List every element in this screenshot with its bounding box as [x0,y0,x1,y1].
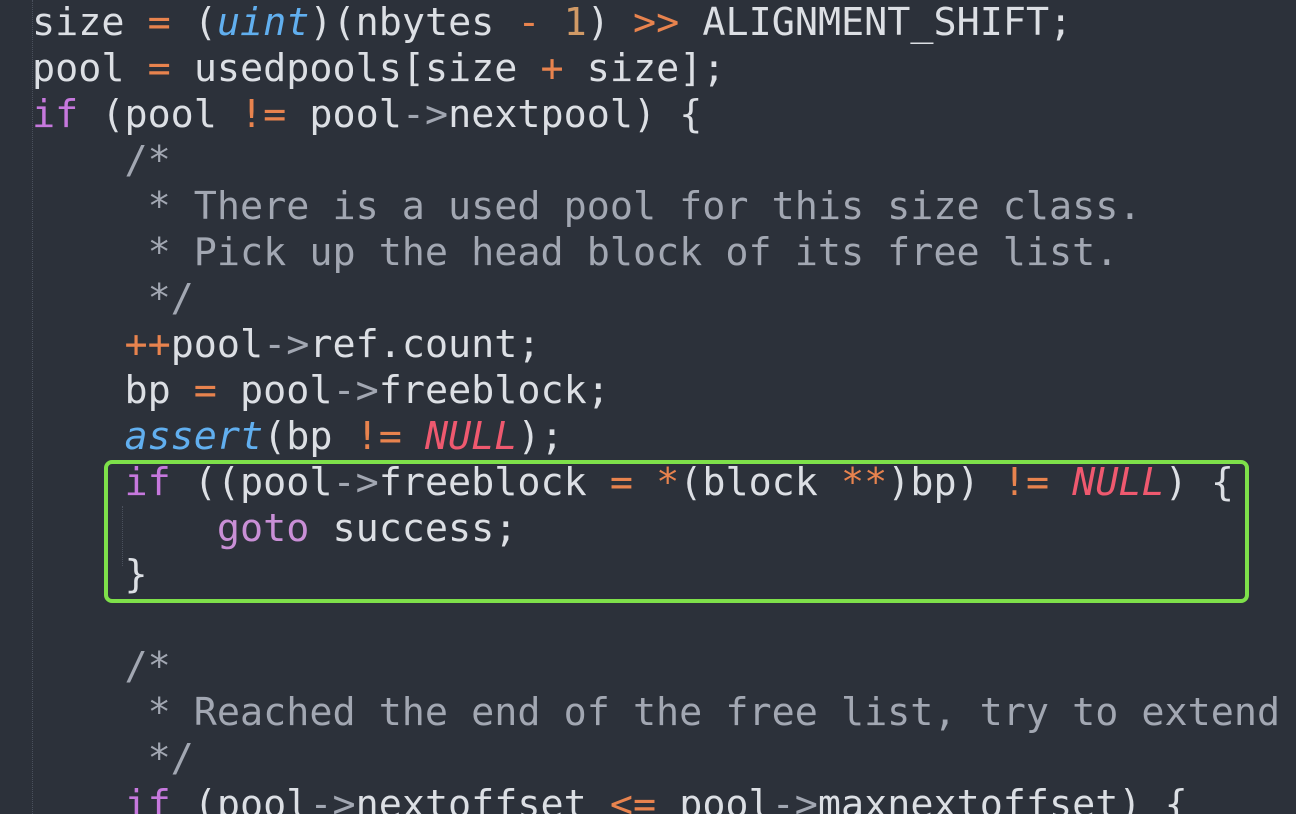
code-token: ) [586,0,634,45]
code-token: pool [216,368,333,413]
code-token: ++ [124,322,171,367]
code-token: NULL [424,414,518,459]
code-token: -> [401,92,449,137]
code-token: >> [633,0,680,45]
code-token: freeblock; [378,368,610,413]
code-token: uint [216,0,310,45]
code-token: assert [124,414,264,459]
code-token: */ [32,276,194,321]
code-block[interactable]: size = (uint)(nbytes - 1) >> ALIGNMENT_S… [32,0,1296,814]
code-editor[interactable]: size = (uint)(nbytes - 1) >> ALIGNMENT_S… [0,0,1296,814]
code-token: = [193,368,217,413]
code-token: size [32,0,148,45]
code-token: pool [656,782,772,814]
code-token: size]; [563,46,726,91]
code-line: size = (uint)(nbytes - 1) >> ALIGNMENT_S… [32,0,1296,46]
code-token: pool [286,92,402,137]
code-token: usedpools[size [170,46,541,91]
code-token: * There is a used pool for this size cla… [32,184,1142,229]
code-token: * Pick up the head block of its free lis… [32,230,1119,275]
code-token: (pool [78,92,241,137]
code-line: * Reached the end of the free list, try … [32,690,1296,736]
code-token: != [240,92,287,137]
code-line: if (pool != pool->nextpool) { [32,92,1296,138]
code-line: assert(bp != NULL); [32,414,1296,460]
code-token: <= [609,782,657,814]
code-line: * There is a used pool for this size cla… [32,184,1296,230]
code-token: pool [32,46,148,91]
code-line: * Pick up the head block of its free lis… [32,230,1296,276]
code-token: /* [32,644,171,689]
code-token: -> [263,322,310,367]
code-token: ref.count; [309,322,541,367]
code-token: -> [771,782,818,814]
code-token: -> [309,782,356,814]
code-token: -> [332,368,379,413]
code-token: - [517,0,541,45]
highlight-box [104,460,1249,603]
code-token: != [355,414,402,459]
code-line: if (pool->nextoffset <= pool->maxnextoff… [32,782,1296,814]
code-token: nextoffset [355,782,610,814]
code-token: if [124,782,171,814]
code-line: */ [32,736,1296,782]
code-token: )(nbytes [309,0,518,45]
code-line: */ [32,276,1296,322]
code-token: ALIGNMENT_SHIFT; [679,0,1073,45]
code-token: 1 [563,0,587,45]
code-token: = [147,0,171,45]
code-line: bp = pool->freeblock; [32,368,1296,414]
code-token: /* [32,138,171,183]
code-token: + [540,46,564,91]
code-token: */ [32,736,194,781]
code-line: pool = usedpools[size + size]; [32,46,1296,92]
code-token: bp [32,368,194,413]
code-token: (bp [263,414,356,459]
code-line: /* [32,644,1296,690]
code-token: if [32,92,79,137]
code-token: nextpool) { [448,92,703,137]
code-token: = [147,46,171,91]
code-token: pool [170,322,264,367]
code-line: /* [32,138,1296,184]
code-token: maxnextoffset) { [817,782,1188,814]
code-token: * Reached the end of the free list, try … [32,690,1296,735]
code-token: ( [170,0,217,45]
code-token: ); [517,414,564,459]
code-line: ++pool->ref.count; [32,322,1296,368]
code-token: (pool [170,782,310,814]
